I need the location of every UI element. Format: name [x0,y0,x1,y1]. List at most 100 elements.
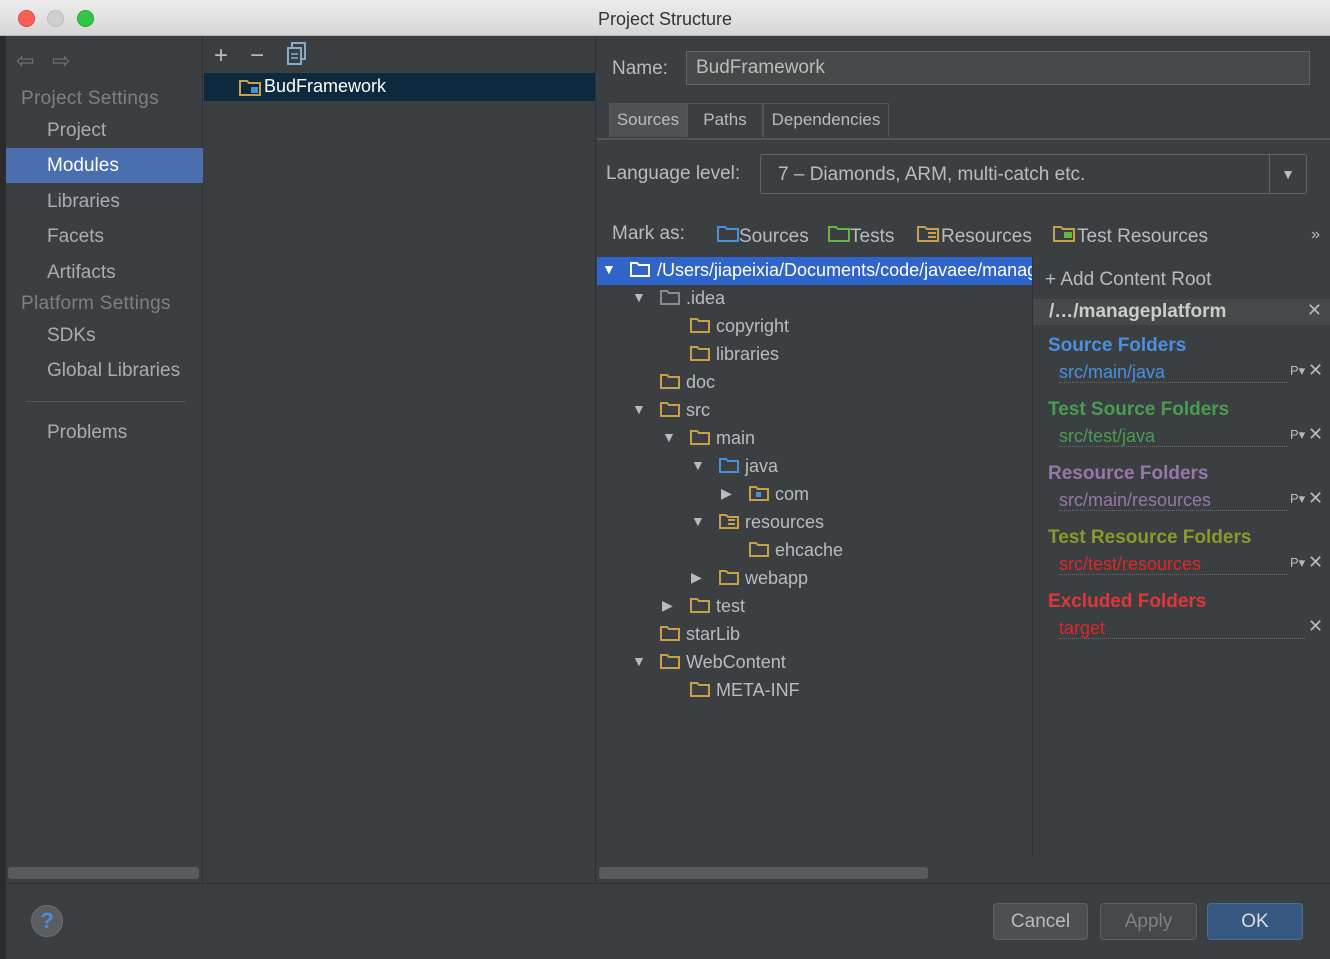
platform-settings-header: Platform Settings [21,293,171,314]
expanded-arrow-icon[interactable]: ▼ [602,261,616,277]
tab-dependencies[interactable]: Dependencies [763,103,889,137]
language-level-value: 7 – Diamonds, ARM, multi-catch etc. [778,164,1086,185]
tree-row-webcontent[interactable]: ▼ WebContent [597,649,1032,677]
resource-folders-title: Resource Folders [1048,463,1209,484]
mark-tests-button[interactable]: Tests [828,225,894,248]
expanded-arrow-icon[interactable]: ▼ [662,429,676,445]
apply-button[interactable]: Apply [1100,903,1197,940]
folder-icon [690,682,710,697]
module-name-input[interactable]: BudFramework [686,51,1310,85]
ok-button[interactable]: OK [1207,903,1303,940]
sources-folder-icon [717,226,739,242]
name-label: Name: [612,58,668,79]
tree-row-webapp[interactable]: ▶ webapp [597,565,1032,593]
remove-folder-icon[interactable]: ✕ [1308,616,1323,637]
tree-row-copyright[interactable]: copyright [597,313,1032,341]
sidebar-item-libraries[interactable]: Libraries [6,184,203,219]
tree-scrollbar[interactable] [599,867,928,879]
collapsed-arrow-icon[interactable]: ▶ [721,485,732,502]
sidebar-item-problems[interactable]: Problems [6,415,203,450]
tree-row-libraries[interactable]: libraries [597,341,1032,369]
tree-row-resources[interactable]: ▼ resources [597,509,1032,537]
remove-root-icon[interactable]: ✕ [1307,300,1322,321]
tree-row-meta-inf[interactable]: META-INF [597,677,1032,705]
remove-folder-icon[interactable]: ✕ [1308,488,1323,509]
remove-module-button[interactable]: − [250,42,264,70]
remove-folder-icon[interactable]: ✕ [1308,552,1323,573]
properties-icon[interactable]: P▾ [1290,427,1305,443]
mark-resources-button[interactable]: Resources [917,225,1032,248]
expanded-arrow-icon[interactable]: ▼ [691,513,705,529]
tree-row-ehcache[interactable]: ehcache [597,537,1032,565]
dropdown-arrow-icon[interactable]: ▼ [1269,155,1306,193]
collapsed-arrow-icon[interactable]: ▶ [662,597,673,614]
mark-test-resources-button[interactable]: Test Resources [1053,225,1208,248]
module-item[interactable]: BudFramework [204,73,595,101]
excluded-folders-title: Excluded Folders [1048,591,1207,612]
source-folder-icon [719,458,739,473]
sidebar-item-global-libraries[interactable]: Global Libraries [6,353,203,388]
forward-arrow-icon[interactable]: ⇨ [52,48,70,74]
sidebar-item-sdks[interactable]: SDKs [6,318,203,353]
test-source-folders-title: Test Source Folders [1048,399,1230,420]
expanded-arrow-icon[interactable]: ▼ [632,289,646,305]
folder-icon [660,290,680,305]
sidebar-item-facets[interactable]: Facets [6,219,203,254]
test-resource-folders-title: Test Resource Folders [1048,527,1252,548]
help-icon[interactable]: ? [31,905,63,937]
add-module-button[interactable]: + [214,42,228,70]
folder-icon [690,346,710,361]
tree-row-src[interactable]: ▼ src [597,397,1032,425]
folder-icon [690,318,710,333]
folder-icon [660,374,680,389]
expanded-arrow-icon[interactable]: ▼ [691,457,705,473]
cancel-button[interactable]: Cancel [993,903,1088,940]
folder-icon [660,402,680,417]
dialog-footer: ? Cancel Apply OK [6,883,1330,959]
package-icon [749,486,769,501]
sidebar-item-artifacts[interactable]: Artifacts [6,255,203,290]
source-root-folder-icon [630,262,650,277]
title-bar: Project Structure [0,0,1330,36]
properties-icon[interactable]: P▾ [1290,555,1305,571]
properties-icon[interactable]: P▾ [1290,491,1305,507]
tree-row-starlib[interactable]: starLib [597,621,1032,649]
tree-row-doc[interactable]: doc [597,369,1032,397]
language-level-label: Language level: [606,163,741,184]
module-folder-icon [239,78,261,101]
back-arrow-icon[interactable]: ⇦ [16,48,34,74]
copy-icon[interactable] [286,42,308,73]
tab-divider [597,138,1330,140]
sidebar-scrollbar[interactable] [8,867,199,879]
expanded-arrow-icon[interactable]: ▼ [632,653,646,669]
properties-icon[interactable]: P▾ [1290,363,1305,379]
sidebar-item-project[interactable]: Project [6,113,203,148]
modules-panel: + − BudFramework [204,36,596,883]
tree-row-java[interactable]: ▼ java [597,453,1032,481]
tests-folder-icon [828,226,850,242]
tab-sources[interactable]: Sources [609,103,687,137]
tab-paths[interactable]: Paths [687,103,763,137]
folder-icon [660,654,680,669]
add-content-root-button[interactable]: + Add Content Root [1045,269,1211,291]
tree-row-test[interactable]: ▶ test [597,593,1032,621]
folder-icon [660,626,680,641]
content-tree: ▼ /Users/jiapeixia/Documents/code/javaee… [597,257,1033,857]
sidebar-item-modules[interactable]: Modules [6,148,203,183]
language-level-select[interactable]: 7 – Diamonds, ARM, multi-catch etc. ▼ [760,154,1307,194]
tree-row-content-root[interactable]: ▼ /Users/jiapeixia/Documents/code/javaee… [597,257,1032,285]
tree-row-com[interactable]: ▶ com [597,481,1032,509]
expanded-arrow-icon[interactable]: ▼ [632,401,646,417]
settings-sidebar: ⇦ ⇨ Project Settings Project Modules Lib… [6,36,203,883]
collapsed-arrow-icon[interactable]: ▶ [691,569,702,586]
dotted-leader [1059,491,1287,511]
tree-row-main[interactable]: ▼ main [597,425,1032,453]
tree-row-idea[interactable]: ▼ .idea [597,285,1032,313]
dotted-leader [1059,555,1287,575]
mark-sources-button[interactable]: Sources [717,225,809,248]
remove-folder-icon[interactable]: ✕ [1308,424,1323,445]
folder-icon [749,542,769,557]
remove-folder-icon[interactable]: ✕ [1308,360,1323,381]
module-details: Name: BudFramework Sources Paths Depende… [597,36,1330,883]
more-chevron-icon[interactable]: » [1311,226,1320,244]
